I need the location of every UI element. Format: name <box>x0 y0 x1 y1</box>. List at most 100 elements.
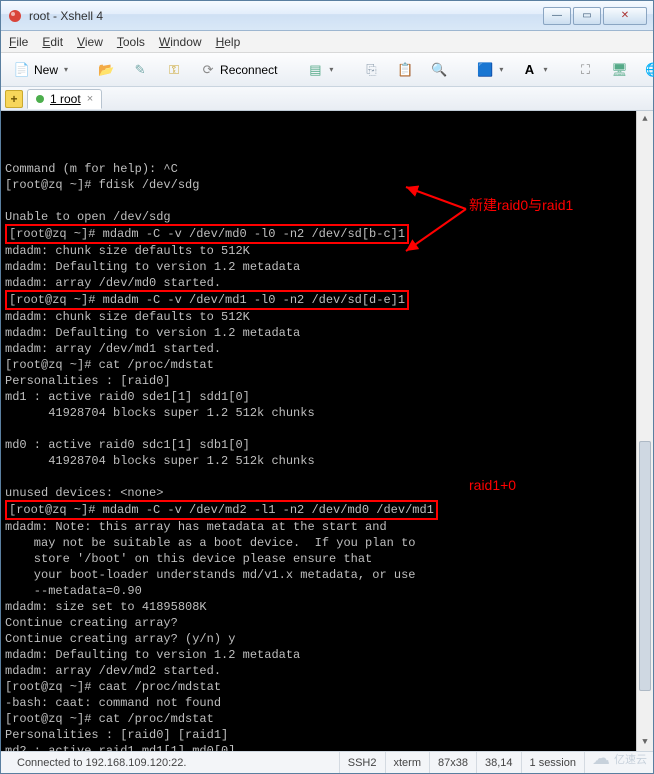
reconnect-button[interactable]: ⟳ Reconnect <box>193 58 284 82</box>
term-line: [root@zq ~]# fdisk /dev/sdg <box>5 178 199 192</box>
font-icon: A <box>521 62 537 78</box>
open-button[interactable]: 📂 <box>91 58 121 82</box>
term-line: Continue creating array? <box>5 616 178 630</box>
term-line: [root@zq ~]# mdadm -C -v /dev/md1 -l0 -n… <box>9 293 405 307</box>
term-line: mdadm: Note: this array has metadata at … <box>5 520 387 534</box>
term-line: [root@zq ~]# cat /proc/mdstat <box>5 712 214 726</box>
term-line: -bash: caat: command not found <box>5 696 221 710</box>
scroll-thumb[interactable] <box>639 441 651 691</box>
status-protocol: SSH2 <box>340 752 386 773</box>
new-file-icon: 📄 <box>14 62 30 78</box>
statusbar: Connected to 192.168.109.120:22. SSH2 xt… <box>1 751 653 773</box>
find-button[interactable]: 🔍 <box>424 58 454 82</box>
tab-label: 1 root <box>50 92 81 106</box>
term-line: Continue creating array? (y/n) y <box>5 632 235 646</box>
term-line: mdadm: array /dev/md2 started. <box>5 664 221 678</box>
highlight-box-raid1: [root@zq ~]# mdadm -C -v /dev/md1 -l0 -n… <box>5 290 409 310</box>
status-cursor: 38,14 <box>477 752 522 773</box>
term-line: 41928704 blocks super 1.2 512k chunks <box>5 406 315 420</box>
local-button[interactable]: 🖥 <box>604 58 634 82</box>
term-line: Unable to open /dev/sdg <box>5 210 171 224</box>
term-line: may not be suitable as a boot device. If… <box>5 536 415 550</box>
chevron-down-icon: ▾ <box>64 65 68 74</box>
term-line: [root@zq ~]# cat /proc/mdstat <box>5 358 214 372</box>
status-term-type: xterm <box>386 752 431 773</box>
term-line: mdadm: array /dev/md1 started. <box>5 342 221 356</box>
menu-window[interactable]: Window <box>159 35 202 49</box>
term-line: store '/boot' on this device please ensu… <box>5 552 372 566</box>
paste-button[interactable]: 📋 <box>390 58 420 82</box>
copy-button[interactable]: ⎘ <box>356 58 386 82</box>
wand-icon: ✎ <box>132 62 148 78</box>
reconnect-icon: ⟳ <box>200 62 216 78</box>
term-line: mdadm: chunk size defaults to 512K <box>5 310 250 324</box>
maximize-button[interactable]: ▭ <box>573 7 601 25</box>
close-tab-button[interactable]: × <box>87 93 93 105</box>
tabstrip: + 1 root × <box>1 87 653 111</box>
term-line: mdadm: chunk size defaults to 512K <box>5 244 250 258</box>
term-line: [root@zq ~]# mdadm -C -v /dev/md0 -l0 -n… <box>9 227 405 241</box>
chevron-down-icon: ▾ <box>543 65 547 74</box>
status-connection: Connected to 192.168.109.120:22. <box>9 752 340 773</box>
search-icon: 🔍 <box>431 62 447 78</box>
monitor-icon: 🖥 <box>611 62 627 78</box>
terminal-scrollbar[interactable]: ▲ ▼ <box>636 111 653 751</box>
palette-icon: 🟦 <box>477 62 493 78</box>
term-line: mdadm: array /dev/md0 started. <box>5 276 221 290</box>
term-line: --metadata=0.90 <box>5 584 142 598</box>
cloud-icon: ☁ <box>592 748 610 769</box>
status-sessions: 1 session <box>522 752 585 773</box>
terminal-content[interactable]: Command (m for help): ^C [root@zq ~]# fd… <box>5 145 649 751</box>
new-button-label: New <box>34 63 58 77</box>
copy-icon: ⎘ <box>363 62 379 78</box>
menu-help[interactable]: Help <box>216 35 241 49</box>
close-button[interactable]: ✕ <box>603 7 647 25</box>
status-size: 87x38 <box>430 752 477 773</box>
color-button[interactable]: 🟦▾ <box>470 58 510 82</box>
term-line: mdadm: Defaulting to version 1.2 metadat… <box>5 326 300 340</box>
terminal[interactable]: Command (m for help): ^C [root@zq ~]# fd… <box>1 111 653 751</box>
term-line: [root@zq ~]# caat /proc/mdstat <box>5 680 221 694</box>
tab-1-root[interactable]: 1 root × <box>27 89 102 109</box>
list-icon: ▤ <box>307 62 323 78</box>
term-line: unused devices: <none> <box>5 486 163 500</box>
watermark: ☁ 亿速云 <box>592 748 647 769</box>
key-button[interactable]: ⚿ <box>159 58 189 82</box>
menu-edit[interactable]: Edit <box>42 35 63 49</box>
watermark-text: 亿速云 <box>614 751 647 767</box>
minimize-button[interactable]: — <box>543 7 571 25</box>
reconnect-button-label: Reconnect <box>220 63 277 77</box>
term-line: mdadm: size set to 41895808K <box>5 600 207 614</box>
fullscreen-icon: ⛶ <box>577 62 593 78</box>
web-button[interactable]: 🌐▾ <box>638 58 654 82</box>
term-line: Personalities : [raid0] [raid1] <box>5 728 228 742</box>
properties-button[interactable]: ▤▾ <box>300 58 340 82</box>
term-line: md2 : active raid1 md1[1] md0[0] <box>5 744 235 751</box>
script-button[interactable]: ✎ <box>125 58 155 82</box>
term-line: Personalities : [raid0] <box>5 374 171 388</box>
highlight-box-raid0: [root@zq ~]# mdadm -C -v /dev/md0 -l0 -n… <box>5 224 409 244</box>
app-window: root - Xshell 4 — ▭ ✕ File Edit View Too… <box>0 0 654 774</box>
new-button[interactable]: 📄 New ▾ <box>7 58 75 82</box>
titlebar[interactable]: root - Xshell 4 — ▭ ✕ <box>1 1 653 31</box>
chevron-down-icon: ▾ <box>499 65 503 74</box>
paste-icon: 📋 <box>397 62 413 78</box>
term-line: 41928704 blocks super 1.2 512k chunks <box>5 454 315 468</box>
window-controls: — ▭ ✕ <box>543 7 647 25</box>
term-line: Command (m for help): ^C <box>5 162 178 176</box>
menu-view[interactable]: View <box>77 35 103 49</box>
menu-tools[interactable]: Tools <box>117 35 145 49</box>
fullscreen-button[interactable]: ⛶ <box>570 58 600 82</box>
add-tab-button[interactable]: + <box>5 90 23 108</box>
key-icon: ⚿ <box>166 62 182 78</box>
term-line: md1 : active raid0 sde1[1] sdd1[0] <box>5 390 250 404</box>
annotation-label-raid10: raid1+0 <box>469 477 516 493</box>
toolbar: 📄 New ▾ 📂 ✎ ⚿ ⟳ Reconnect ▤▾ ⎘ 📋 🔍 🟦▾ A▾… <box>1 53 653 87</box>
font-button[interactable]: A▾ <box>514 58 554 82</box>
term-line: mdadm: Defaulting to version 1.2 metadat… <box>5 648 300 662</box>
menu-file[interactable]: File <box>9 35 28 49</box>
term-line: [root@zq ~]# mdadm -C -v /dev/md2 -l1 -n… <box>9 503 434 517</box>
window-title: root - Xshell 4 <box>29 9 543 23</box>
scroll-up-button[interactable]: ▲ <box>637 111 653 128</box>
highlight-box-raid10: [root@zq ~]# mdadm -C -v /dev/md2 -l1 -n… <box>5 500 438 520</box>
